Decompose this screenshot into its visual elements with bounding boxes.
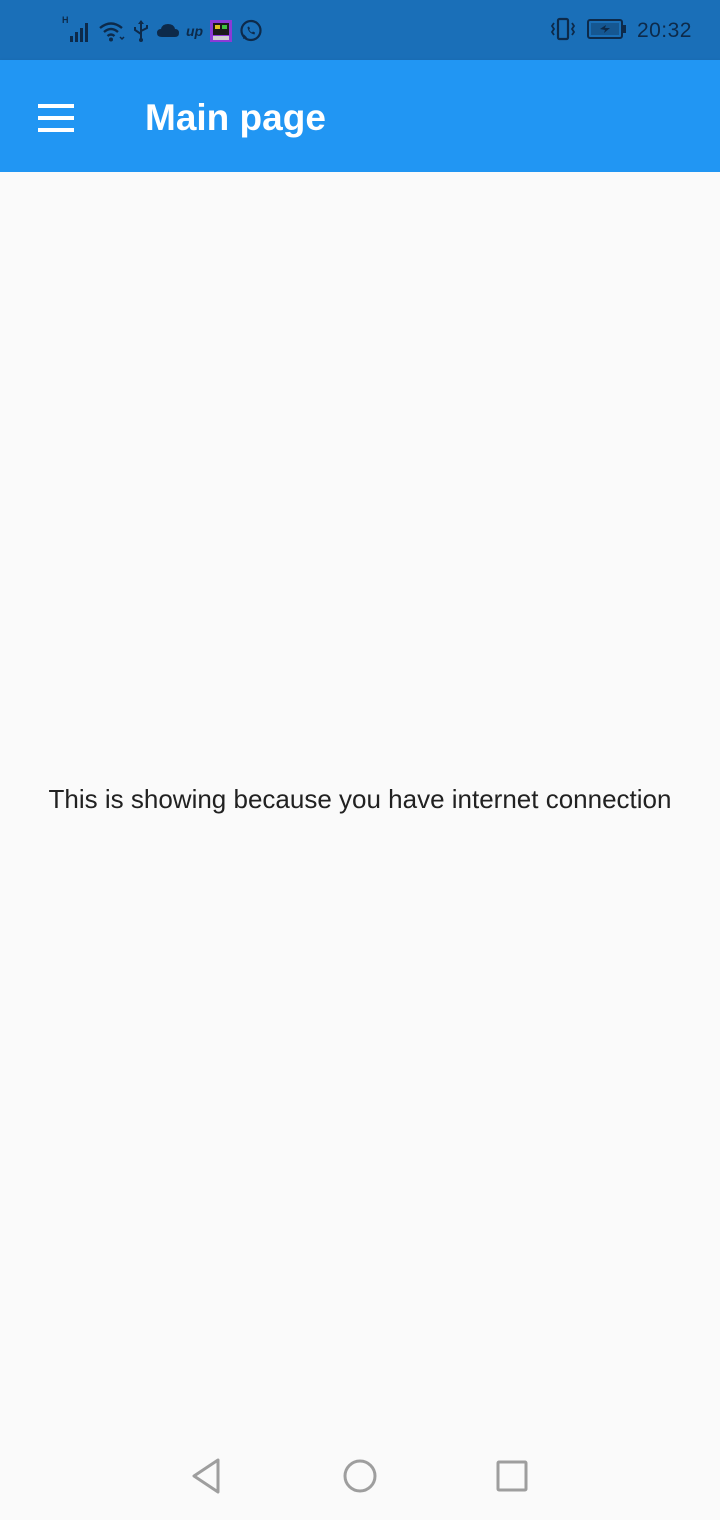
main-content: This is showing because you have interne…: [0, 172, 720, 1432]
cloud-icon: [156, 21, 180, 41]
status-icons-left: H up: [62, 15, 263, 46]
page-title: Main page: [145, 97, 326, 138]
vibrate-icon: [549, 17, 577, 46]
back-icon[interactable]: [186, 1456, 226, 1496]
status-bar: H up 20:32: [0, 0, 720, 60]
hamburger-menu-icon[interactable]: [22, 92, 90, 144]
status-time: 20:32: [636, 19, 692, 42]
wifi-icon: [98, 19, 126, 43]
usb-icon: [132, 19, 150, 43]
connection-message: This is showing because you have interne…: [48, 784, 672, 814]
signal-icon: H: [62, 15, 92, 43]
whatsapp-icon: [239, 19, 263, 43]
app-bar: Main page: [0, 60, 720, 172]
upwork-icon: up: [186, 23, 204, 39]
recents-icon[interactable]: [492, 1456, 532, 1496]
navigation-bar: [0, 1432, 720, 1520]
app-notification-icon: [209, 19, 233, 43]
status-icons-right: 20:32: [549, 16, 692, 46]
home-icon[interactable]: [340, 1456, 380, 1496]
battery-icon: [586, 18, 627, 45]
